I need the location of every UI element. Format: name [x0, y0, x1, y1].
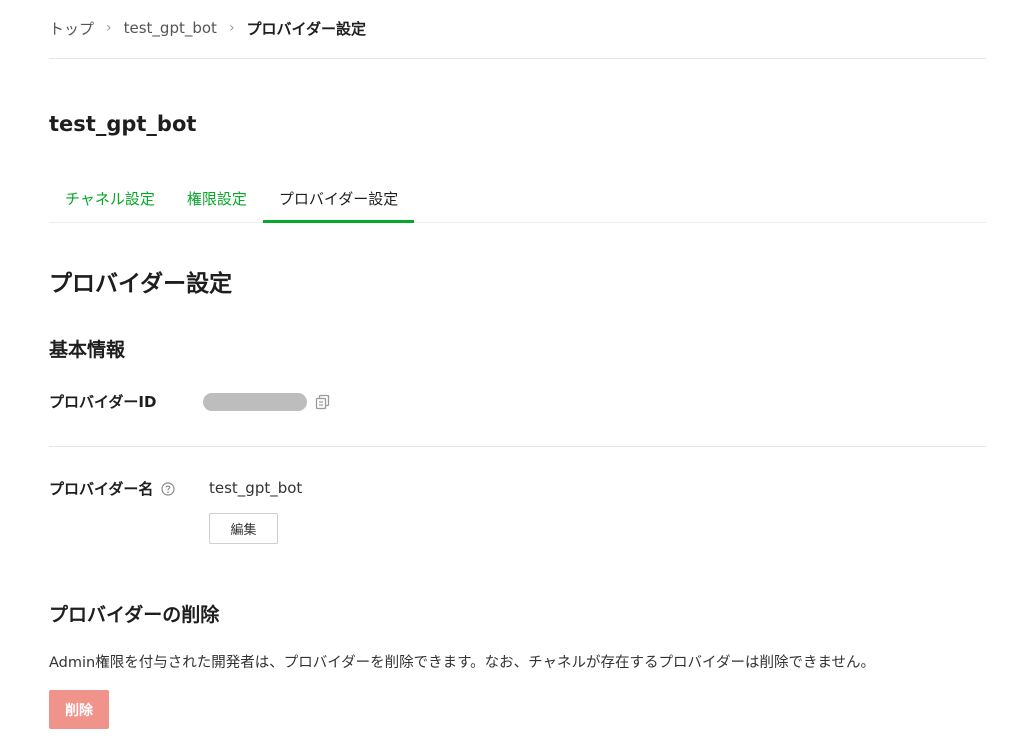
- tab-channel-settings[interactable]: チャネル設定: [49, 184, 171, 220]
- tab-permission-settings[interactable]: 権限設定: [171, 184, 263, 220]
- breadcrumb-current: プロバイダー設定: [246, 19, 366, 38]
- breadcrumb-item-top[interactable]: トップ: [49, 18, 94, 39]
- breadcrumb-item-bot[interactable]: test_gpt_bot: [124, 19, 217, 37]
- provider-settings-page: トップ › test_gpt_bot › プロバイダー設定 test_gpt_b…: [0, 0, 1014, 755]
- provider-id-masked-value: [203, 393, 307, 411]
- copy-icon[interactable]: [315, 394, 331, 410]
- help-circle-icon[interactable]: [161, 481, 176, 496]
- edit-button[interactable]: 編集: [209, 513, 278, 544]
- provider-name-value: test_gpt_bot: [209, 479, 303, 497]
- provider-name-label: プロバイダー名: [49, 478, 176, 499]
- provider-name-label-text: プロバイダー名: [49, 480, 154, 498]
- delete-provider-heading: プロバイダーの削除: [49, 604, 220, 626]
- breadcrumb: トップ › test_gpt_bot › プロバイダー設定: [49, 16, 366, 40]
- bot-title: test_gpt_bot: [49, 112, 197, 136]
- page-heading: プロバイダー設定: [49, 271, 233, 297]
- provider-id-label: プロバイダーID: [49, 393, 157, 411]
- section-divider: [49, 446, 986, 447]
- chevron-right-icon: ›: [106, 20, 112, 36]
- basic-info-heading: 基本情報: [49, 339, 126, 361]
- chevron-right-icon: ›: [228, 20, 235, 36]
- delete-button[interactable]: 削除: [49, 690, 109, 729]
- tab-provider-settings[interactable]: プロバイダー設定: [262, 184, 415, 223]
- header-divider: [49, 58, 986, 59]
- delete-provider-description: Admin権限を付与された開発者は、プロバイダーを削除できます。なお、チャネルが…: [49, 655, 876, 671]
- settings-tabs: チャネル設定 権限設定 プロバイダー設定: [49, 184, 986, 223]
